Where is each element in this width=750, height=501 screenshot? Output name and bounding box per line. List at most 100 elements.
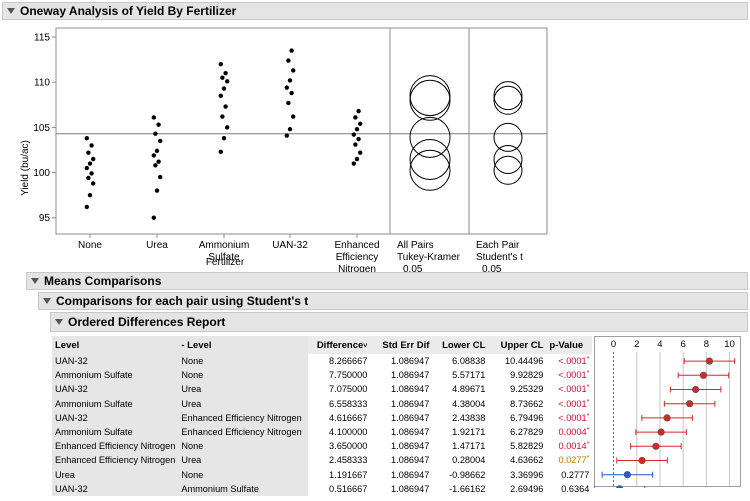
data-point <box>156 122 161 127</box>
cell-difference: 6.558333 <box>329 398 368 409</box>
cell-difference: 7.750000 <box>329 370 368 381</box>
data-point <box>89 143 94 148</box>
cell-lower-cl: 5.57171 <box>452 370 486 381</box>
data-point <box>84 165 90 171</box>
difference-point <box>652 442 660 450</box>
col-std-err-dif[interactable]: Std Err Dif <box>370 336 433 354</box>
data-point <box>218 93 223 98</box>
data-point <box>286 100 291 106</box>
cell-std-err-dif: 1.086947 <box>391 469 430 480</box>
cell-p-value: <.0001* <box>558 412 590 423</box>
table-row[interactable]: Enhanced Efficiency Nitrogen Urea 2.458333… <box>52 453 592 468</box>
pairwise-comparisons-title: Comparisons for each pair using Student'… <box>56 294 309 308</box>
col-p-value[interactable]: p-Value <box>546 336 593 354</box>
col-level[interactable]: Level <box>52 336 179 354</box>
tukey-circle <box>409 116 451 158</box>
cell-lower-cl: -1.66162 <box>449 483 486 494</box>
x-category-label: Efficiency <box>336 252 379 263</box>
cell-std-err-dif: 1.086947 <box>391 384 430 395</box>
data-point <box>151 115 156 120</box>
cell-difference: 7.075000 <box>329 384 368 395</box>
cell-p-value: 0.0277* <box>558 455 590 466</box>
ordered-differences-header[interactable]: Ordered Differences Report <box>50 312 748 332</box>
table-row[interactable]: Ammonium Sulfate None 7.750000 1.086947 5.57… <box>52 368 592 383</box>
oneway-report-header[interactable]: Oneway Analysis of Yield By Fertilizer <box>2 2 748 20</box>
cell-level: UAN-32 <box>52 354 179 369</box>
cell-level: Ammonium Sulfate <box>52 368 179 383</box>
significance-star-icon: * <box>586 441 590 449</box>
ordered-differences-table: Level - Level Difference˅ Std Err Dif Lo… <box>52 336 593 496</box>
sort-arrow-icon[interactable]: ˅ <box>363 343 367 350</box>
table-row[interactable]: UAN-32 Ammonium Sulfate 0.516667 1.086947 -1… <box>52 481 592 496</box>
cell-difference: 4.616667 <box>329 412 368 423</box>
cell-minus-level: Enhanced Efficiency Nitrogen <box>178 410 309 425</box>
difference-point <box>663 414 671 422</box>
ordered-differences-title: Ordered Differences Report <box>68 315 226 329</box>
y-tick-label: 95 <box>39 213 51 224</box>
table-row[interactable]: Ammonium Sulfate Urea 6.558333 1.086947 4.38… <box>52 396 592 411</box>
data-point <box>223 104 228 109</box>
data-point <box>221 86 227 91</box>
data-point <box>158 174 163 180</box>
col-lower-cl[interactable]: Lower CL <box>432 336 489 354</box>
cell-std-err-dif: 1.086947 <box>391 370 430 381</box>
difference-point <box>657 428 665 436</box>
cell-upper-cl: 10.44496 <box>505 356 544 367</box>
data-point <box>287 78 293 83</box>
table-row[interactable]: UAN-32 Urea 7.075000 1.086947 4.89671 9.25329… <box>52 382 592 397</box>
comparison-circles <box>409 75 523 191</box>
cell-level: Enhanced Efficiency Nitrogen <box>52 453 179 468</box>
oneway-plot: 115 110 105 100 95 Yield (bu/ac) None Urea Amm… <box>20 27 548 275</box>
x-category-label: None <box>78 240 102 251</box>
col-upper-cl[interactable]: Upper CL <box>488 336 547 354</box>
table-row[interactable]: UAN-32 Enhanced Efficiency Nitrogen 4.6166… <box>52 410 592 425</box>
tukey-circle <box>409 79 451 121</box>
data-point <box>154 148 160 154</box>
col-difference[interactable]: Difference˅ <box>308 336 371 354</box>
table-row[interactable]: Ammonium Sulfate Enhanced Efficiency Nitr… <box>52 424 592 440</box>
table-row[interactable]: Enhanced Efficiency Nitrogen None 3.650000… <box>52 439 592 454</box>
significance-star-icon: * <box>586 370 590 378</box>
table-row[interactable]: Urea None 1.191667 1.086947 -0.98662 3.36996 0… <box>52 467 592 482</box>
data-point <box>353 142 358 147</box>
forest-frame <box>594 336 741 487</box>
data-point <box>220 75 225 80</box>
y-axis: 115 110 105 100 95 <box>33 33 56 224</box>
disclosure-triangle-icon[interactable] <box>31 278 39 284</box>
data-point <box>89 171 94 176</box>
data-point <box>356 108 361 114</box>
forest-tick-label: 10 <box>724 339 735 350</box>
cell-level: UAN-32 <box>52 382 179 397</box>
data-point <box>223 70 228 76</box>
pairwise-comparisons-header[interactable]: Comparisons for each pair using Student'… <box>38 292 748 310</box>
means-comparisons-title: Means Comparisons <box>44 274 162 288</box>
cell-difference: 2.458333 <box>329 455 368 466</box>
student-circle <box>493 144 523 174</box>
cell-lower-cl: 6.08838 <box>452 356 486 367</box>
y-tick-label: 110 <box>34 78 50 89</box>
cell-p-value: 0.2777 <box>561 469 590 480</box>
cell-std-err-dif: 1.086947 <box>391 483 430 494</box>
data-point <box>358 121 363 126</box>
forest-tick-label: 8 <box>704 339 709 350</box>
data-point <box>353 115 358 120</box>
disclosure-triangle-icon[interactable] <box>43 298 51 304</box>
y-tick-label: 115 <box>34 33 50 44</box>
means-comparisons-header[interactable]: Means Comparisons <box>26 272 748 290</box>
table-row[interactable]: UAN-32 None 8.266667 1.086947 6.08838 10.4449… <box>52 354 592 369</box>
disclosure-triangle-icon[interactable] <box>7 8 15 14</box>
data-point <box>356 136 361 142</box>
cell-level: UAN-32 <box>52 410 179 425</box>
x-axis-label: Fertilizer <box>206 257 245 268</box>
data-point <box>286 58 291 63</box>
col-minus-level[interactable]: - Level <box>178 336 309 354</box>
forest-tick-label: 2 <box>634 339 639 350</box>
cell-level: Ammonium Sulfate <box>52 396 179 411</box>
cell-upper-cl: 8.73662 <box>510 398 544 409</box>
disclosure-triangle-icon[interactable] <box>55 319 63 325</box>
cell-difference: 8.266667 <box>329 356 368 367</box>
cell-upper-cl: 4.63662 <box>510 455 544 466</box>
data-point <box>153 131 158 136</box>
cell-lower-cl: 4.89671 <box>452 384 486 395</box>
cell-difference: 4.100000 <box>329 427 368 438</box>
